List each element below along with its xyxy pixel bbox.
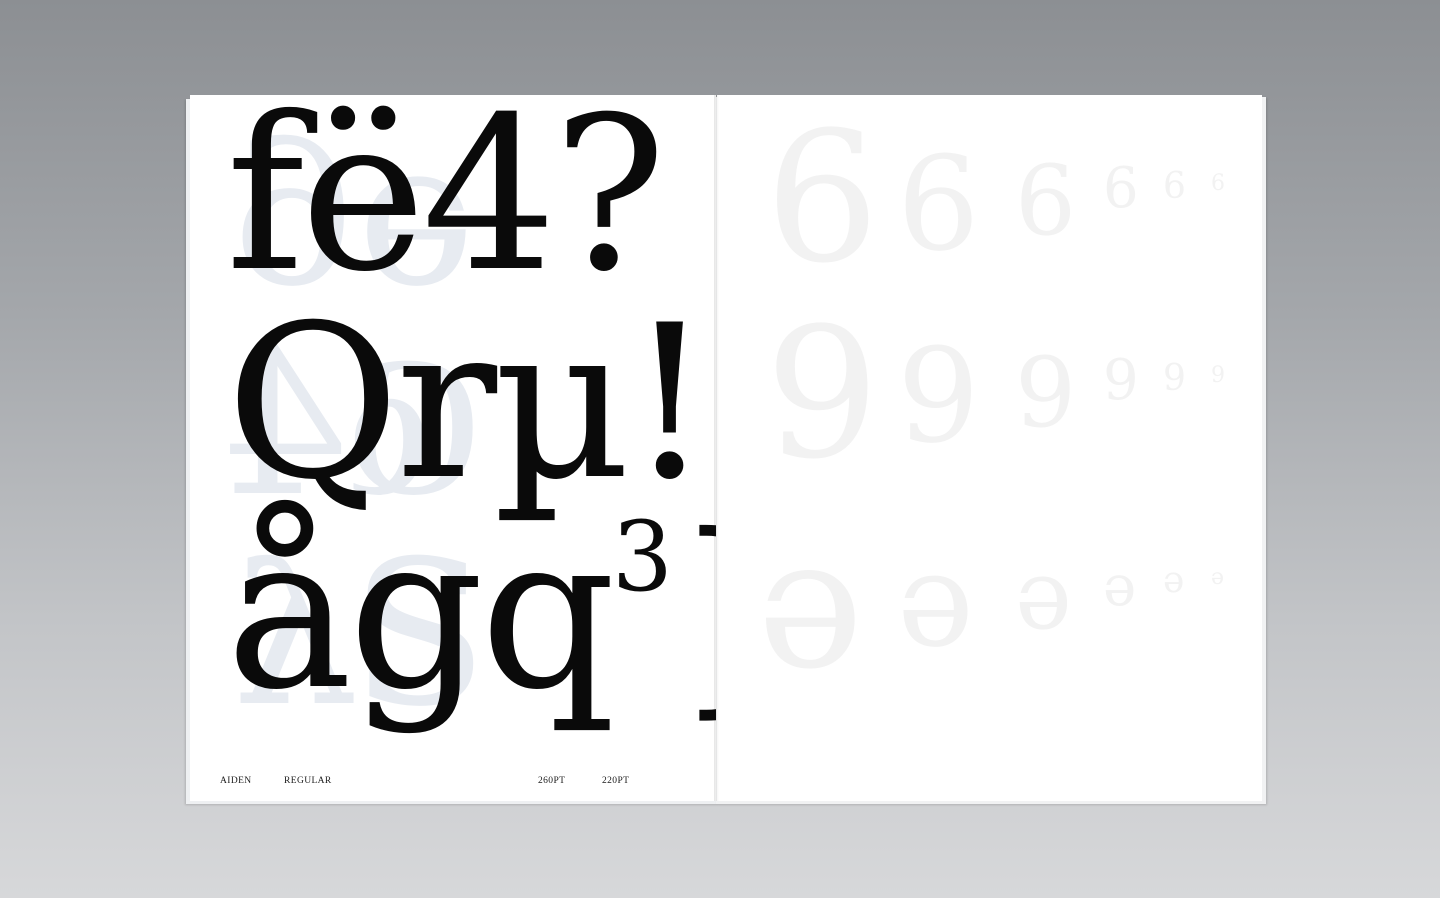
specimen-line-2: Qrµ! [226, 279, 712, 526]
specimen-line-1: fë4? [226, 95, 666, 318]
faint-glyph-row2-a: 9 [765, 290, 880, 499]
specimen-line-3: ågq3} [226, 507, 716, 719]
footer-font-style: REGULAR [284, 776, 332, 786]
faint-glyph-row1-f: 6 [1211, 171, 1225, 196]
faint-glyph-row3-f: ə [1211, 565, 1225, 590]
right-page: 6 6 6 6 6 6 9 9 9 9 9 9 ə ə ə ə ə ə [717, 95, 1262, 801]
specimen-line-3-base: ågq [226, 489, 616, 736]
faint-glyph-row2-b: 9 [897, 320, 980, 472]
faint-glyph-row3-e: ə [1163, 560, 1185, 601]
faint-glyph-row2-f: 9 [1211, 363, 1225, 388]
specimen-superscript: 3 [611, 501, 673, 613]
faint-glyph-row3-d: ə [1103, 554, 1137, 619]
faint-glyph-row2-c: 9 [1015, 337, 1077, 449]
booklet-spread: ǝ6 Ҩ4 Ƨʎ fë4? Qrµ! ågq3} AIDEN REGULAR 2… [0, 0, 1440, 898]
faint-glyph-row2-d: 9 [1103, 348, 1139, 413]
left-page: ǝ6 Ҩ4 Ƨʎ fë4? Qrµ! ågq3} AIDEN REGULAR 2… [190, 95, 716, 801]
faint-glyph-row3-c: ə [1015, 539, 1072, 651]
faint-glyph-row3-b: ə [897, 524, 974, 676]
specimen-brace: } [673, 489, 716, 736]
footer-size-a: 260PT [538, 776, 566, 786]
faint-glyph-row1-d: 6 [1103, 156, 1139, 221]
spine-gutter [714, 95, 719, 801]
faint-glyph-row1-b: 6 [897, 128, 980, 280]
faint-glyph-row2-e: 9 [1163, 358, 1186, 399]
footer-size-b: 220PT [602, 776, 630, 786]
faint-glyph-row3-a: ə [757, 500, 864, 709]
faint-glyph-row1-a: 6 [765, 95, 880, 303]
faint-glyph-row1-c: 6 [1015, 145, 1077, 257]
footer-font-name: AIDEN [220, 776, 252, 786]
faint-glyph-row1-e: 6 [1163, 166, 1186, 207]
